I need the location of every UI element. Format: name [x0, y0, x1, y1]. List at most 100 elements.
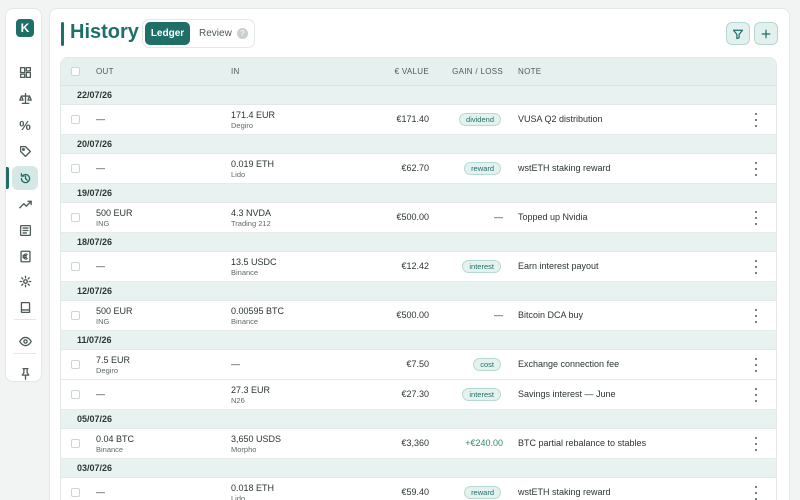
- type-badge: interest: [462, 260, 501, 273]
- row-checkbox[interactable]: [71, 360, 80, 369]
- view-switcher: Ledger Review?: [142, 19, 255, 48]
- table-row[interactable]: 500 EUR ING 0.00595 BTC Binance €500.00 …: [61, 301, 776, 331]
- app-logo[interactable]: K: [16, 19, 34, 37]
- out-amount: —: [96, 114, 105, 124]
- help-icon[interactable]: ?: [236, 28, 248, 39]
- euro-value: €62.70: [401, 163, 429, 173]
- row-menu-icon[interactable]: [751, 437, 761, 451]
- group-date: 05/07/26: [77, 414, 113, 424]
- tab-ledger[interactable]: Ledger: [145, 22, 190, 45]
- add-transaction-button[interactable]: [754, 22, 778, 45]
- group-date: 12/07/26: [77, 286, 113, 296]
- row-note: Exchange connection fee: [518, 359, 620, 369]
- type-badge: cost: [473, 358, 501, 371]
- in-source: Lido: [231, 170, 246, 179]
- row-menu-icon[interactable]: [751, 113, 761, 127]
- row-menu-icon[interactable]: [751, 388, 761, 402]
- sidebar-divider: [14, 353, 36, 354]
- filter-button[interactable]: [726, 22, 750, 45]
- in-amount: 171.4 EUR: [231, 110, 276, 120]
- row-checkbox[interactable]: [71, 115, 80, 124]
- sidebar-item-news[interactable]: [12, 218, 38, 242]
- date-group-header: 03/07/26: [61, 459, 776, 478]
- out-amount: —: [96, 389, 105, 399]
- type-badge: reward: [464, 486, 501, 499]
- table-row[interactable]: — 27.3 EUR N26 €27.30 interest Savings i…: [61, 380, 776, 410]
- eye-icon: [18, 336, 32, 346]
- sidebar: K %: [5, 8, 42, 382]
- row-menu-icon[interactable]: [751, 211, 761, 225]
- column-header-gain[interactable]: GAIN / LOSS: [433, 58, 503, 86]
- group-date: 18/07/26: [77, 237, 113, 247]
- row-menu-icon[interactable]: [751, 358, 761, 372]
- row-menu-icon[interactable]: [751, 309, 761, 323]
- row-note: wstETH staking reward: [518, 163, 611, 173]
- date-group-header: 05/07/26: [61, 410, 776, 429]
- row-menu-icon[interactable]: [751, 260, 761, 274]
- group-date: 11/07/26: [77, 335, 112, 345]
- select-all-checkbox[interactable]: [71, 67, 80, 76]
- in-source: Degiro: [231, 121, 254, 130]
- table-row[interactable]: 7.5 EUR Degiro — €7.50 cost Exchange con…: [61, 350, 776, 380]
- sidebar-item-rates[interactable]: %: [12, 113, 38, 137]
- in-amount: 3,650 USDS: [231, 434, 282, 444]
- sidebar-item-docs[interactable]: [12, 295, 38, 319]
- scale-icon: [18, 92, 32, 104]
- table-row[interactable]: 500 EUR ING 4.3 NVDA Trading 212 €500.00…: [61, 203, 776, 233]
- row-menu-icon[interactable]: [751, 486, 761, 500]
- in-amount: 27.3 EUR: [231, 385, 271, 395]
- sidebar-item-visibility[interactable]: [12, 329, 38, 353]
- row-checkbox[interactable]: [71, 439, 80, 448]
- column-header-note[interactable]: NOTE: [518, 58, 541, 86]
- row-checkbox[interactable]: [71, 164, 80, 173]
- row-menu-icon[interactable]: [751, 162, 761, 176]
- date-group-header: 20/07/26: [61, 135, 776, 154]
- sidebar-item-dashboard[interactable]: [12, 60, 38, 84]
- type-badge: interest: [462, 388, 501, 401]
- sidebar-item-tags[interactable]: [12, 139, 38, 163]
- percent-icon: %: [19, 117, 31, 133]
- row-note: BTC partial rebalance to stables: [518, 438, 647, 448]
- row-checkbox[interactable]: [71, 213, 80, 222]
- column-header-value[interactable]: € VALUE: [331, 58, 429, 86]
- table-row[interactable]: 0.04 BTC Binance 3,650 USDS Morpho €3,36…: [61, 429, 776, 459]
- date-group-header: 18/07/26: [61, 233, 776, 252]
- row-checkbox[interactable]: [71, 390, 80, 399]
- tab-review-label: Review: [199, 28, 232, 39]
- in-amount: 0.018 ETH: [231, 483, 275, 493]
- sidebar-item-performance[interactable]: [12, 192, 38, 216]
- row-checkbox[interactable]: [71, 488, 80, 497]
- in-source: Morpho: [231, 445, 257, 454]
- gain-loss: —: [494, 310, 503, 320]
- row-note: Earn interest payout: [518, 261, 599, 271]
- table-row[interactable]: — 0.019 ETH Lido €62.70 reward wstETH st…: [61, 154, 776, 184]
- column-header-in[interactable]: IN: [231, 58, 240, 86]
- out-amount: —: [96, 163, 105, 173]
- sidebar-item-currency[interactable]: [12, 244, 38, 268]
- type-badge: reward: [464, 162, 501, 175]
- pin-icon: [21, 367, 29, 380]
- euro-value: €27.30: [401, 389, 429, 399]
- sidebar-item-settings[interactable]: [12, 269, 38, 293]
- out-source: ING: [96, 317, 110, 326]
- tab-review[interactable]: Review?: [199, 22, 248, 45]
- sidebar-item-history[interactable]: [12, 166, 38, 190]
- nav-active-indicator: [6, 167, 9, 189]
- euro-value: €3,360: [401, 438, 429, 448]
- column-header-out[interactable]: OUT: [96, 58, 114, 86]
- out-amount: —: [96, 261, 105, 271]
- page-title: History: [70, 21, 139, 43]
- table-header: OUT IN € VALUE GAIN / LOSS NOTE: [61, 58, 776, 86]
- sidebar-item-pin[interactable]: [12, 361, 38, 385]
- table-row[interactable]: — 171.4 EUR Degiro €171.40 dividend VUSA…: [61, 105, 776, 135]
- sidebar-divider: [14, 319, 36, 320]
- row-checkbox[interactable]: [71, 262, 80, 271]
- sidebar-item-balance[interactable]: [12, 86, 38, 110]
- row-checkbox[interactable]: [71, 311, 80, 320]
- table-row[interactable]: — 13.5 USDC Binance €12.42 interest Earn…: [61, 252, 776, 282]
- table-row[interactable]: — 0.018 ETH Lido €59.40 reward wstETH st…: [61, 478, 776, 500]
- out-amount: 0.04 BTC: [96, 434, 135, 444]
- filter-icon: [732, 29, 744, 39]
- group-date: 22/07/26: [77, 90, 113, 100]
- euro-value: €500.00: [396, 212, 429, 222]
